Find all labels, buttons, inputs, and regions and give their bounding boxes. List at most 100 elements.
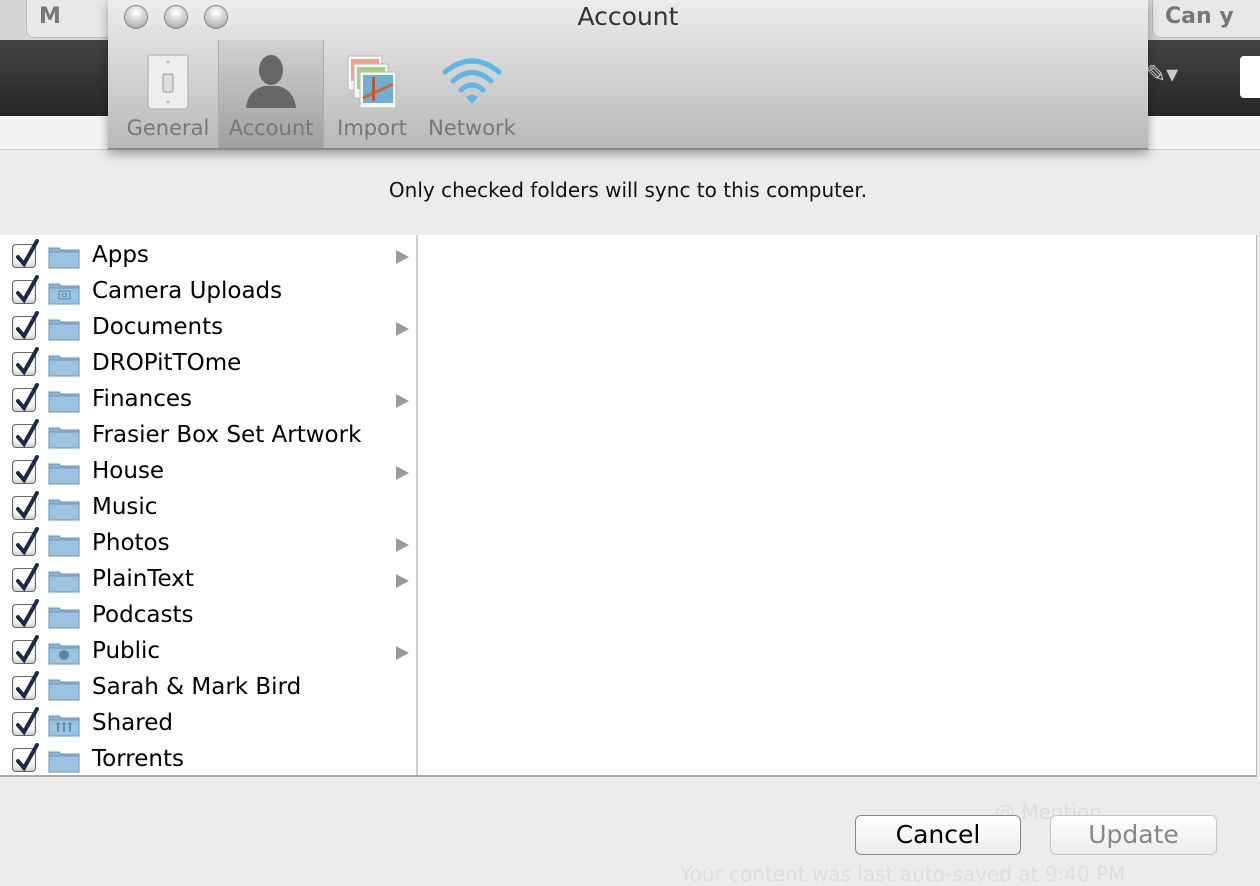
- checkmark-icon: [16, 383, 39, 412]
- tab-import[interactable]: Import: [326, 40, 418, 148]
- column-divider[interactable]: [416, 235, 418, 775]
- checkmark-icon: [16, 275, 39, 304]
- folder-icon: [48, 391, 80, 413]
- folder-row[interactable]: PlainText: [0, 562, 416, 598]
- folder-name: House: [92, 458, 165, 484]
- folder-name: Camera Uploads: [92, 278, 283, 304]
- preferences-window-titlebar: Account General Account Import Network: [108, 0, 1148, 150]
- pencil-icon: ✎▾: [1146, 60, 1179, 88]
- light-switch-icon: [147, 54, 189, 110]
- disclosure-arrow-icon[interactable]: [396, 394, 409, 408]
- disclosure-arrow-icon[interactable]: [396, 322, 409, 336]
- disclosure-arrow-icon[interactable]: [396, 538, 409, 552]
- checkmark-icon: [16, 311, 39, 340]
- folder-name: Apps: [92, 242, 149, 268]
- cancel-button[interactable]: Cancel: [855, 815, 1021, 855]
- folder-icon: [48, 751, 80, 773]
- sync-checkbox[interactable]: [12, 707, 39, 736]
- folder-row[interactable]: Frasier Box Set Artwork: [0, 418, 416, 454]
- folder-name: Finances: [92, 386, 192, 412]
- photos-stack-icon: [347, 55, 397, 109]
- folder-name: Frasier Box Set Artwork: [92, 422, 362, 448]
- sync-checkbox[interactable]: [12, 275, 39, 304]
- update-button[interactable]: Update: [1050, 815, 1217, 855]
- folder-name: Podcasts: [92, 602, 194, 628]
- folder-row[interactable]: Photos: [0, 526, 416, 562]
- folder-row[interactable]: Public: [0, 634, 416, 670]
- sync-checkbox[interactable]: [12, 671, 39, 700]
- sync-checkbox[interactable]: [12, 743, 39, 772]
- folder-row[interactable]: Torrents: [0, 742, 416, 778]
- sync-checkbox[interactable]: [12, 347, 39, 376]
- folder-row[interactable]: House: [0, 454, 416, 490]
- background-search-field: [1240, 56, 1260, 98]
- folder-row[interactable]: Camera Uploads: [0, 274, 416, 310]
- background-tab[interactable]: Can y: [1152, 0, 1260, 38]
- folder-row[interactable]: Sarah & Mark Bird: [0, 670, 416, 706]
- folder-icon: [48, 319, 80, 341]
- folder-name: PlainText: [92, 566, 194, 592]
- folder-row[interactable]: Music: [0, 490, 416, 526]
- folder-row[interactable]: Documents: [0, 310, 416, 346]
- tab-label: Account: [228, 116, 314, 140]
- sync-checkbox[interactable]: [12, 239, 39, 268]
- checkmark-icon: [16, 455, 39, 484]
- sync-checkbox[interactable]: [12, 383, 39, 412]
- checkmark-icon: [16, 743, 39, 772]
- disclosure-arrow-icon[interactable]: [396, 250, 409, 264]
- folder-icon: [48, 571, 80, 593]
- folder-row[interactable]: Shared: [0, 706, 416, 742]
- sync-checkbox[interactable]: [12, 311, 39, 340]
- camera-folder-icon: [48, 283, 80, 305]
- disclosure-arrow-icon[interactable]: [396, 574, 409, 588]
- folder-icon: [48, 427, 80, 449]
- folder-icon: [48, 679, 80, 701]
- checkmark-icon: [16, 347, 39, 376]
- folder-name: Photos: [92, 530, 170, 556]
- person-silhouette-icon: [246, 55, 296, 108]
- checkmark-icon: [16, 635, 39, 664]
- folder-row[interactable]: Finances: [0, 382, 416, 418]
- sync-checkbox[interactable]: [12, 419, 39, 448]
- folder-name: Shared: [92, 710, 173, 736]
- disclosure-arrow-icon[interactable]: [396, 646, 409, 660]
- sync-instructions: Only checked folders will sync to this c…: [388, 178, 868, 202]
- window-title: Account: [577, 2, 679, 31]
- tab-label: Import: [337, 116, 407, 140]
- folder-name: Documents: [92, 314, 224, 340]
- sync-checkbox[interactable]: [12, 455, 39, 484]
- sync-checkbox[interactable]: [12, 563, 39, 592]
- folder-icon: [48, 535, 80, 557]
- folder-icon: [48, 499, 80, 521]
- tab-label: Network: [428, 116, 516, 140]
- background-autosave-text: Your content was last auto-saved at 9:40…: [680, 862, 1126, 886]
- sync-checkbox[interactable]: [12, 635, 39, 664]
- checkmark-icon: [16, 707, 39, 736]
- checkmark-icon: [16, 599, 39, 628]
- sync-checkbox[interactable]: [12, 599, 39, 628]
- shared-folder-icon: [48, 715, 80, 737]
- folder-row[interactable]: DROPitTOme: [0, 346, 416, 382]
- folder-list: Apps Camera Uploads Documents DROPitTOme…: [0, 235, 1257, 777]
- tab-label: General: [126, 116, 210, 140]
- folder-row[interactable]: Apps: [0, 238, 416, 274]
- sync-checkbox[interactable]: [12, 491, 39, 520]
- folder-icon: [48, 463, 80, 485]
- checkmark-icon: [16, 419, 39, 448]
- folder-name: DROPitTOme: [92, 350, 242, 376]
- sync-checkbox[interactable]: [12, 527, 39, 556]
- folder-row[interactable]: Podcasts: [0, 598, 416, 634]
- checkmark-icon: [16, 671, 39, 700]
- folder-icon: [48, 247, 80, 269]
- folder-name: Sarah & Mark Bird: [92, 674, 302, 700]
- checkmark-icon: [16, 239, 39, 268]
- tab-network[interactable]: Network: [424, 40, 520, 148]
- checkmark-icon: [16, 527, 39, 556]
- checkmark-icon: [16, 563, 39, 592]
- folder-name: Torrents: [92, 746, 184, 772]
- public-folder-icon: [48, 643, 80, 665]
- tab-account[interactable]: Account: [218, 40, 324, 148]
- disclosure-arrow-icon[interactable]: [396, 466, 409, 480]
- tab-general[interactable]: General: [118, 40, 218, 148]
- folder-name: Music: [92, 494, 158, 520]
